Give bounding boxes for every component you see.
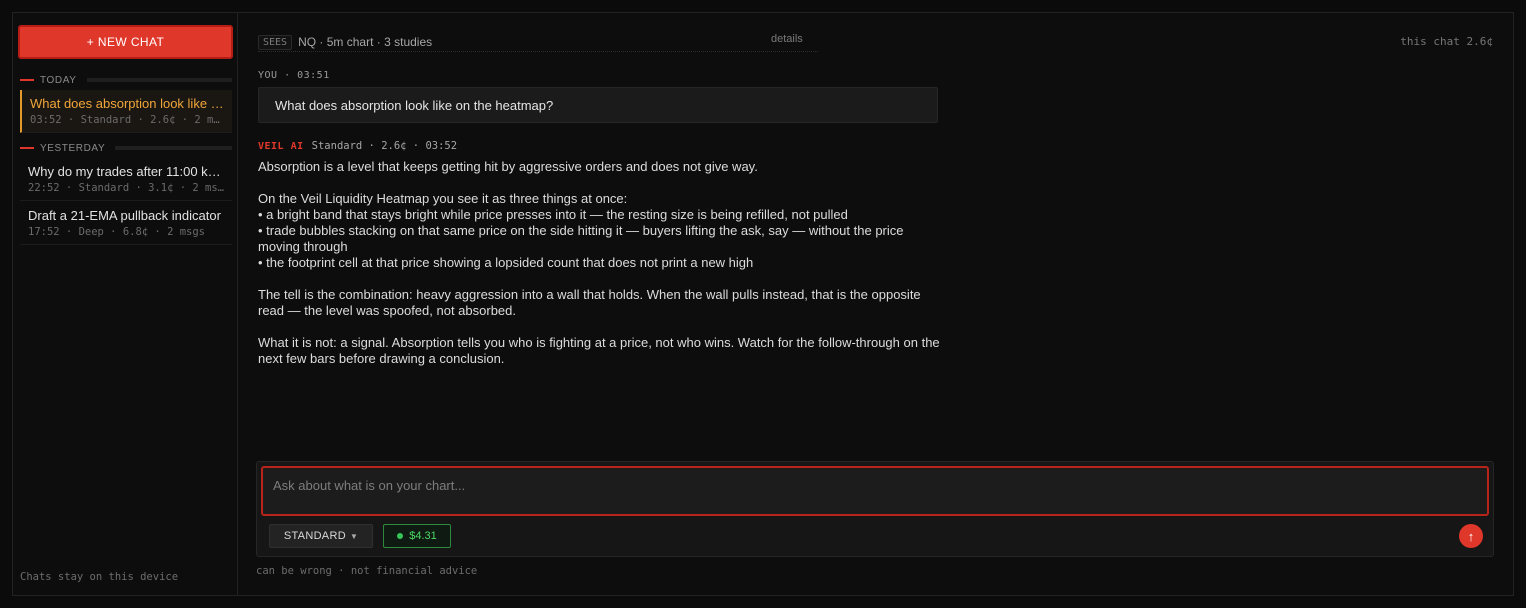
ai-paragraph: Absorption is a level that keeps getting… [258,159,758,174]
section-label-today: TODAY [40,74,77,86]
arrow-up-icon: ↑ [1467,528,1475,544]
ai-paragraph: What it is not: a signal. Absorption tel… [258,335,940,366]
composer: STANDARD ▼ $4.31 ↑ [256,461,1494,557]
section-rule [115,146,232,150]
section-label-yesterday: YESTERDAY [40,142,106,154]
chat-item[interactable]: Draft a 21-EMA pullback indicator 17:52 … [20,202,232,245]
user-message-meta: YOU · 03:51 [258,70,330,81]
context-divider [258,51,818,52]
app-window: + NEW CHAT TODAY What does absorption lo… [12,12,1514,596]
section-dash [20,79,34,81]
chat-item-title: What does absorption look like on the he… [30,96,224,111]
chat-main: SEES NQ · 5m chart · 3 studies details t… [238,13,1513,595]
section-dash [20,147,34,149]
chat-item-meta: 17:52 · Deep · 6.8¢ · 2 msgs [28,226,206,238]
chevron-down-icon: ▼ [349,531,359,541]
chat-item-meta: 22:52 · Standard · 3.1¢ · 2 msgs [28,182,224,194]
ai-message-meta: VEIL AI Standard · 2.6¢ · 03:52 [258,140,457,152]
new-chat-button[interactable]: + NEW CHAT [18,25,233,59]
ai-bullet-list: • a bright band that stays bright while … [258,207,948,271]
chart-context: NQ · 5m chart · 3 studies [298,35,433,49]
ai-paragraph: On the Veil Liquidity Heatmap you see it… [258,191,628,206]
sidebar-footer-note: Chats stay on this device [20,571,179,583]
section-rule [86,78,232,82]
chat-input[interactable] [261,466,1489,516]
disclaimer: can be wrong · not financial advice [256,565,478,577]
balance-badge[interactable]: $4.31 [383,524,451,548]
sees-badge: SEES [258,34,293,50]
ai-model-meta: Standard · 2.6¢ · 03:52 [311,140,458,152]
chat-item-title: Why do my trades after 11:00 keep failin… [28,164,224,179]
ai-paragraph: The tell is the combination: heavy aggre… [258,287,921,318]
context-bar: SEES NQ · 5m chart · 3 studies [258,33,818,51]
ai-bullet: • the footprint cell at that price showi… [258,255,754,270]
ai-bullet: • trade bubbles stacking on that same pr… [258,223,904,254]
chat-item-title: Draft a 21-EMA pullback indicator [28,208,221,223]
chat-item-meta: 03:52 · Standard · 2.6¢ · 2 msgs [30,114,224,126]
ai-name: VEIL AI [258,140,304,152]
ai-message: Absorption is a level that keeps getting… [258,159,948,383]
chat-cost: this chat 2.6¢ [1400,35,1493,48]
sidebar: + NEW CHAT TODAY What does absorption lo… [13,13,238,595]
section-header-today: TODAY [20,74,232,86]
send-button[interactable]: ↑ [1459,524,1483,548]
model-select[interactable]: STANDARD ▼ [269,524,373,548]
model-select-label: STANDARD [283,530,346,542]
section-header-yesterday: YESTERDAY [20,142,232,154]
status-dot-icon [397,533,404,539]
details-link[interactable]: details [771,33,803,45]
user-message: What does absorption look like on the he… [258,87,938,123]
chat-item[interactable]: Why do my trades after 11:00 keep failin… [20,158,232,201]
ai-bullet: • a bright band that stays bright while … [258,207,848,222]
chat-item-active[interactable]: What does absorption look like on the he… [20,90,232,133]
balance-value: $4.31 [409,530,437,542]
